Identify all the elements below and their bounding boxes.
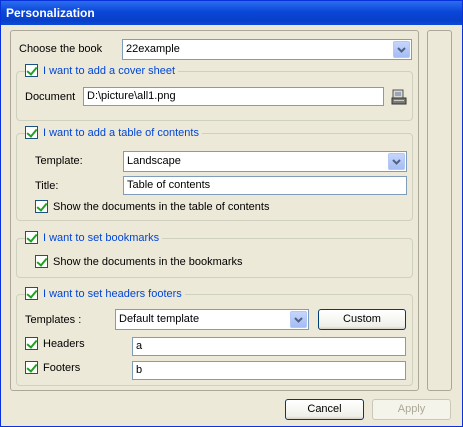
footers-value: b <box>136 364 143 376</box>
document-label: Document <box>25 91 76 103</box>
checkbox-checked-icon[interactable] <box>25 231 38 244</box>
bookmarks-show-docs-checkbox[interactable]: Show the documents in the bookmarks <box>35 255 243 268</box>
cover-sheet-label: I want to add a cover sheet <box>43 64 176 77</box>
template-select[interactable]: Landscape <box>123 151 407 172</box>
toc-title-field[interactable]: Table of contents <box>123 176 407 195</box>
headers-footers-group: I want to set headers footers Templates … <box>16 287 413 386</box>
apply-button-label: Apply <box>397 403 426 415</box>
file-browse-icon[interactable] <box>390 88 408 106</box>
cover-sheet-checkbox[interactable]: I want to add a cover sheet <box>25 64 179 77</box>
header-template-value: Default template <box>119 313 200 325</box>
headers-value: a <box>136 340 143 352</box>
footers-checkbox[interactable]: Footers <box>25 361 80 374</box>
checkbox-checked-icon[interactable] <box>25 287 38 300</box>
headers-field[interactable]: a <box>132 337 406 356</box>
checkbox-checked-icon[interactable] <box>25 337 38 350</box>
headers-footers-label: I want to set headers footers <box>43 287 182 300</box>
bookmarks-label: I want to set bookmarks <box>43 231 160 244</box>
title-bar[interactable]: Personalization <box>1 1 462 25</box>
settings-panel: Choose the book 22example I want to add … <box>10 30 419 391</box>
personalization-dialog: Personalization Choose the book 22exampl… <box>0 0 463 427</box>
checkbox-checked-icon[interactable] <box>35 200 48 213</box>
footers-label: Footers <box>43 361 81 374</box>
template-label: Template: <box>35 155 83 167</box>
checkbox-checked-icon[interactable] <box>25 64 38 77</box>
document-path-field[interactable]: D:\picture\all1.png <box>83 87 384 106</box>
toc-title-value: Table of contents <box>127 179 211 191</box>
template-select-value: Landscape <box>127 155 181 167</box>
bookmarks-checkbox[interactable]: I want to set bookmarks <box>25 231 163 244</box>
book-select[interactable]: 22example <box>122 39 412 60</box>
chevron-down-icon[interactable] <box>393 41 410 58</box>
header-template-select[interactable]: Default template <box>115 309 309 330</box>
checkbox-checked-icon[interactable] <box>35 255 48 268</box>
apply-button[interactable]: Apply <box>372 399 451 420</box>
checkbox-checked-icon[interactable] <box>25 361 38 374</box>
toc-show-docs-label: Show the documents in the table of conte… <box>53 200 270 213</box>
toc-show-docs-checkbox[interactable]: Show the documents in the table of conte… <box>35 200 269 213</box>
cancel-button[interactable]: Cancel <box>285 399 364 420</box>
book-label: Choose the book <box>19 43 103 55</box>
footers-field[interactable]: b <box>132 361 406 380</box>
headers-label: Headers <box>43 337 85 350</box>
cover-sheet-group: I want to add a cover sheet Document D:\… <box>16 64 413 121</box>
custom-button[interactable]: Custom <box>318 309 406 330</box>
chevron-down-icon[interactable] <box>290 311 307 328</box>
bookmarks-group: I want to set bookmarks Show the documen… <box>16 231 413 278</box>
headers-footers-checkbox[interactable]: I want to set headers footers <box>25 287 185 300</box>
chevron-down-icon[interactable] <box>388 153 405 170</box>
window-title: Personalization <box>6 6 95 20</box>
cancel-button-label: Cancel <box>307 403 342 415</box>
toc-checkbox[interactable]: I want to add a table of contents <box>25 126 202 139</box>
side-panel <box>427 30 452 391</box>
toc-group: I want to add a table of contents Templa… <box>16 126 413 221</box>
checkbox-checked-icon[interactable] <box>25 126 38 139</box>
bookmarks-show-docs-label: Show the documents in the bookmarks <box>53 255 243 268</box>
book-select-value: 22example <box>126 43 180 55</box>
title-label: Title: <box>35 180 59 192</box>
headers-checkbox[interactable]: Headers <box>25 337 85 350</box>
document-path-value: D:\picture\all1.png <box>87 90 176 102</box>
custom-button-label: Custom <box>343 313 381 325</box>
toc-label: I want to add a table of contents <box>43 126 199 139</box>
templates-label: Templates : <box>25 314 82 326</box>
